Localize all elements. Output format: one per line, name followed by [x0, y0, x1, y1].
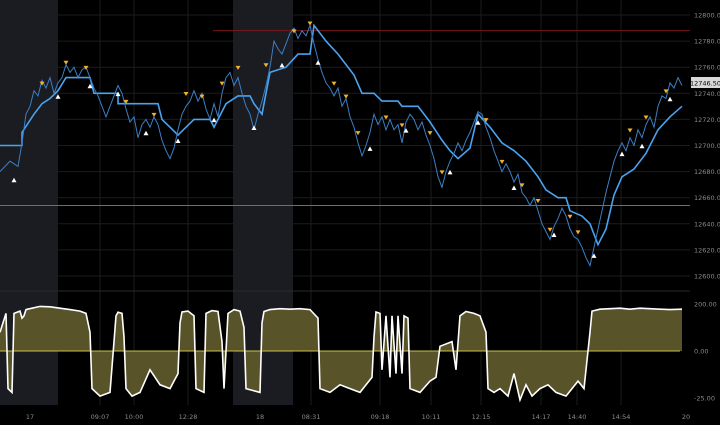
price-tick-label: 12700.00 [694, 142, 720, 150]
oscillator-tick-label: 200.00 [694, 301, 717, 309]
time-tick-label: 10:11 [422, 413, 441, 421]
time-tick-label: 14:17 [532, 413, 551, 421]
time-tick-label: 14:40 [568, 413, 587, 421]
time-tick-label: 10:00 [125, 413, 144, 421]
price-tick-label: 12760.00 [694, 64, 720, 72]
time-tick-label: 14:54 [612, 413, 631, 421]
price-tick-label: 12620.00 [694, 246, 720, 254]
price-tick-label: 12780.00 [694, 38, 720, 46]
time-tick-label: 09:18 [371, 413, 390, 421]
time-tick-label: 12:15 [472, 413, 491, 421]
time-tick-label: 09:07 [91, 413, 110, 421]
time-tick-label: 20 [682, 413, 690, 421]
trading-chart[interactable]: 12800.00 12780.00 12760.00 12740.00 12720.00… [0, 0, 720, 425]
oscillator-tick-label: -25.00 [694, 395, 715, 403]
price-tick-label: 12660.00 [694, 194, 720, 202]
last-price-label: 12746.50 [690, 80, 720, 88]
price-tick-label: 12640.00 [694, 220, 720, 228]
price-tick-label: 12740.00 [694, 90, 720, 98]
time-tick-label: 12:28 [179, 413, 198, 421]
time-tick-label: 17 [26, 413, 34, 421]
price-tick-label: 12600.00 [694, 273, 720, 281]
price-tick-label: 12800.00 [694, 12, 720, 20]
time-tick-label: 08:31 [302, 413, 321, 421]
time-tick-label: 18 [256, 413, 264, 421]
price-tick-label: 12720.00 [694, 116, 720, 124]
last-price-tag: 12746.50 [690, 77, 720, 88]
oscillator-tick-label: 0.00 [694, 348, 708, 356]
price-tick-label: 12680.00 [694, 168, 720, 176]
